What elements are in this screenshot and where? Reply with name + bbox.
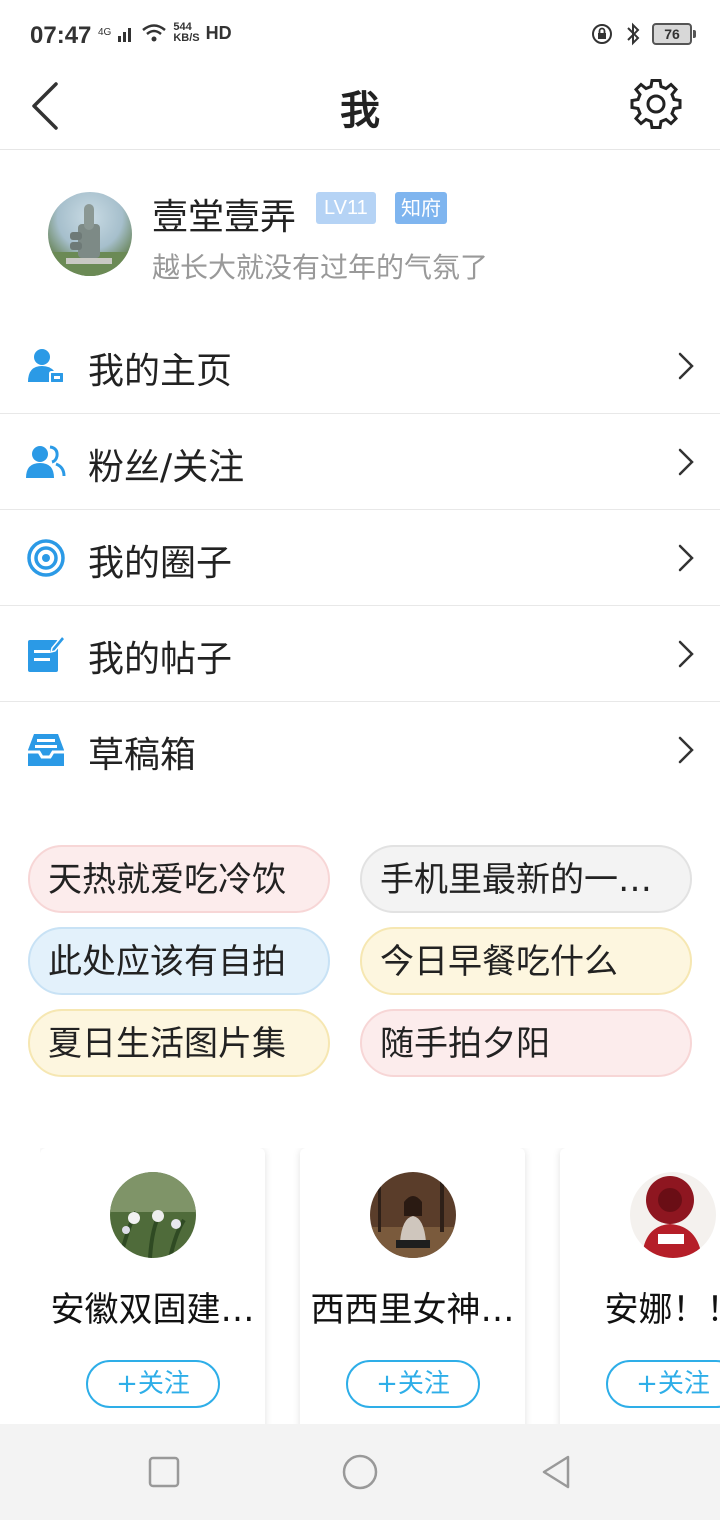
topic-tag[interactable]: 今日早餐吃什么 (360, 927, 692, 995)
people-icon (26, 445, 66, 478)
username: 壹堂壹弄 (152, 197, 297, 238)
red-hat-photo-image (630, 1172, 716, 1258)
recommended-users: 安徽双固建… +关注 西西里女神… +关注 安娜！ +关注 (40, 1148, 720, 1424)
recents-square-icon[interactable] (144, 1452, 184, 1492)
inbox-tray-icon (28, 734, 64, 766)
profile-section[interactable]: 壹堂壹弄 LV11 知府 越长大就没有过年的气氛了 (0, 170, 720, 310)
user-avatar[interactable] (110, 1172, 196, 1258)
user-avatar[interactable] (630, 1172, 716, 1258)
menu-item-fans-follow[interactable]: 粉丝/关注 (0, 414, 720, 510)
status-right-icons: 76 (590, 22, 696, 46)
wifi-icon (142, 24, 167, 42)
bluetooth-icon (627, 22, 640, 46)
page-title: 我 (340, 88, 380, 134)
thumbs-up-statue-image (48, 204, 132, 276)
network-speed: 544 KB/S (173, 22, 199, 44)
network-type: 4G (98, 27, 112, 38)
signature: 越长大就没有过年的气氛了 (152, 251, 489, 284)
flowers-photo-image (110, 1172, 196, 1258)
status-time: 07:47 (30, 22, 92, 49)
battery-indicator: 76 (652, 23, 696, 45)
follow-button[interactable]: +关注 (346, 1360, 480, 1408)
menu-list: 我的主页 粉丝/关注 我的圈子 我的帖子 草稿箱 (0, 318, 720, 798)
user-card[interactable]: 安娜！！ +关注 (560, 1148, 720, 1424)
rotation-lock-icon (592, 24, 612, 44)
avatar[interactable] (48, 192, 132, 276)
menu-label: 我的圈子 (88, 543, 233, 584)
chevron-right-icon (678, 736, 694, 764)
gear-icon[interactable] (626, 74, 686, 134)
rank-badge: 知府 (395, 192, 447, 224)
chevron-right-icon (678, 640, 694, 668)
chevron-right-icon (678, 448, 694, 476)
topic-tags: 天热就爱吃冷饮 手机里最新的一… 此处应该有自拍 今日早餐吃什么 夏日生活图片集… (28, 845, 692, 1077)
woman-forest-photo-image (370, 1172, 456, 1258)
person-card-icon (28, 349, 65, 384)
topic-tag[interactable]: 随手拍夕阳 (360, 1009, 692, 1077)
status-bar: 07:47 4G 544 KB/S HD 76 (0, 0, 720, 70)
target-circle-icon (27, 539, 65, 577)
menu-item-circles[interactable]: 我的圈子 (0, 510, 720, 606)
chevron-right-icon (678, 544, 694, 572)
menu-label: 草稿箱 (88, 735, 197, 776)
topic-tag[interactable]: 天热就爱吃冷饮 (28, 845, 330, 913)
system-nav-bar (0, 1424, 720, 1520)
menu-item-drafts[interactable]: 草稿箱 (0, 702, 720, 798)
edit-note-icon (28, 634, 66, 672)
signal-icon (118, 28, 132, 42)
user-card[interactable]: 西西里女神… +关注 (300, 1148, 525, 1424)
user-name: 西西里女神… (310, 1290, 515, 1330)
speed-unit: KB/S (173, 32, 200, 44)
level-badge: LV11 (316, 192, 376, 224)
follow-button[interactable]: +关注 (86, 1360, 220, 1408)
status-left-icons: 4G 544 KB/S HD (98, 22, 232, 44)
menu-label: 粉丝/关注 (88, 447, 245, 488)
topic-tag[interactable]: 手机里最新的一… (360, 845, 692, 913)
chevron-right-icon (678, 352, 694, 380)
menu-label: 我的主页 (88, 351, 233, 392)
back-triangle-icon[interactable] (536, 1452, 576, 1492)
user-card[interactable]: 安徽双固建… +关注 (40, 1148, 265, 1424)
user-avatar[interactable] (370, 1172, 456, 1258)
menu-label: 我的帖子 (88, 639, 233, 680)
topic-tag[interactable]: 此处应该有自拍 (28, 927, 330, 995)
hd-indicator: HD (205, 22, 232, 43)
app-header: 我 (0, 70, 720, 150)
follow-button[interactable]: +关注 (606, 1360, 720, 1408)
topic-tag[interactable]: 夏日生活图片集 (28, 1009, 330, 1077)
menu-item-homepage[interactable]: 我的主页 (0, 318, 720, 414)
home-circle-icon[interactable] (340, 1452, 380, 1492)
menu-item-posts[interactable]: 我的帖子 (0, 606, 720, 702)
user-name: 安徽双固建… (50, 1290, 255, 1330)
user-name: 安娜！！ (604, 1290, 720, 1330)
